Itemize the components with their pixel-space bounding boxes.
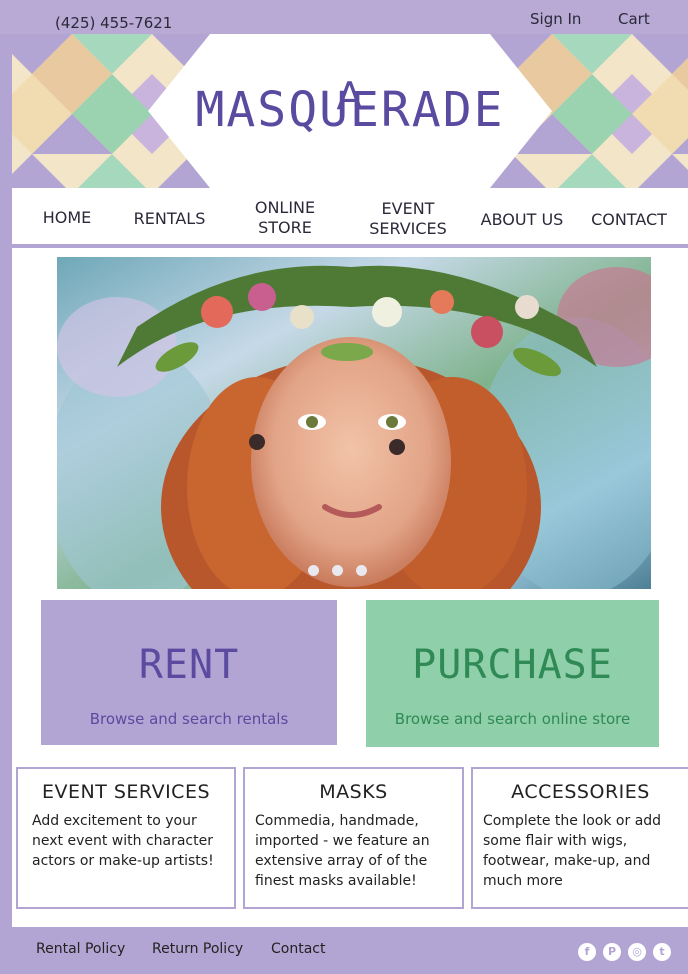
feature-title: EVENT SERVICES (41, 781, 211, 803)
nav-about-us[interactable]: ABOUT US (474, 210, 570, 230)
main-navigation: HOME RENTALS ONLINE STORE EVENT SERVICES… (12, 188, 688, 248)
nav-contact[interactable]: CONTACT (584, 210, 674, 230)
hero-carousel-image[interactable] (57, 257, 651, 589)
phone-number: (425) 455-7621 (55, 14, 173, 32)
pinterest-icon[interactable]: P (603, 943, 621, 961)
twitter-icon[interactable]: t (653, 943, 671, 961)
footer-return-policy-link[interactable]: Return Policy (152, 941, 243, 957)
footer-rental-policy-link[interactable]: Rental Policy (36, 941, 125, 957)
nav-online-store[interactable]: ONLINE STORE (240, 198, 330, 238)
carousel-dot-3[interactable] (356, 565, 367, 576)
feature-masks[interactable]: MASKS Commedia, handmade, imported - we … (243, 767, 464, 909)
carousel-dot-2[interactable] (332, 565, 343, 576)
nav-event-services-line2: SERVICES (369, 219, 447, 238)
nav-event-services[interactable]: EVENT SERVICES (362, 199, 454, 239)
feature-title: MASKS (319, 781, 388, 803)
top-bar: (425) 455-7621 Sign In Cart (0, 0, 688, 34)
rent-card[interactable]: RENT Browse and search rentals (41, 600, 337, 745)
cart-link[interactable]: Cart (618, 10, 650, 28)
header-banner: A MASQUERADE (12, 34, 688, 188)
facebook-icon[interactable]: f (578, 943, 596, 961)
purchase-card-subtitle: Browse and search online store (394, 710, 631, 728)
feature-event-services[interactable]: EVENT SERVICES Add excitement to your ne… (16, 767, 236, 909)
feature-body: Add excitement to your next event with c… (32, 813, 214, 869)
nav-online-store-line2: STORE (258, 218, 312, 237)
rent-card-subtitle: Browse and search rentals (89, 710, 289, 728)
footer-contact-link[interactable]: Contact (271, 941, 325, 957)
nav-rentals[interactable]: RENTALS (127, 209, 212, 229)
page-frame (0, 0, 12, 974)
rent-card-title: RENT (138, 642, 240, 688)
feature-accessories[interactable]: ACCESSORIES Complete the look or add som… (471, 767, 688, 909)
nav-online-store-line1: ONLINE (254, 198, 316, 217)
hero-photo (57, 257, 651, 589)
purchase-card[interactable]: PURCHASE Browse and search online store (366, 600, 659, 747)
logo-line-2[interactable]: MASQUERADE (12, 82, 688, 138)
feature-title: ACCESSORIES (511, 781, 650, 803)
purchase-card-title: PURCHASE (412, 642, 613, 688)
carousel-dot-1[interactable] (308, 565, 319, 576)
nav-event-services-line1: EVENT (381, 199, 435, 218)
nav-home[interactable]: HOME (32, 208, 102, 228)
feature-body: Commedia, handmade, imported - we featur… (255, 813, 430, 889)
instagram-icon[interactable]: ◎ (628, 943, 646, 961)
feature-body: Complete the look or add some flair with… (483, 813, 662, 889)
footer: Rental Policy Return Policy Contact f P … (12, 927, 688, 974)
sign-in-link[interactable]: Sign In (530, 10, 581, 28)
